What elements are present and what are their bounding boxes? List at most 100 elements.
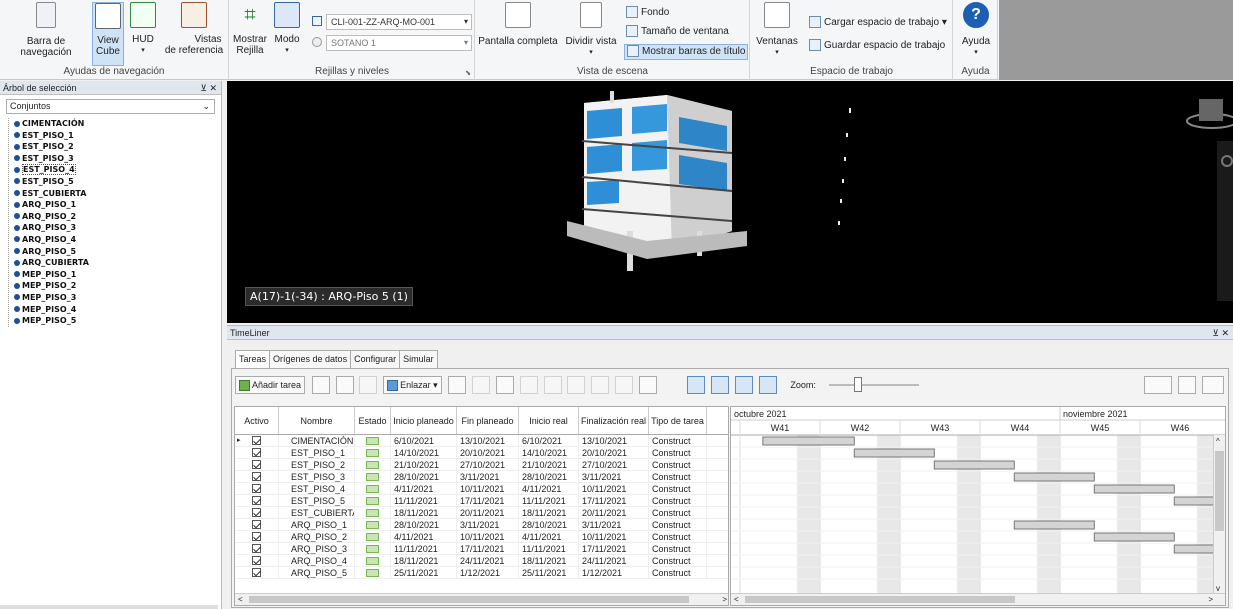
outdent-icon[interactable] (591, 376, 610, 394)
split-view-button[interactable]: Dividir vista ▾ (564, 2, 618, 66)
tree-item[interactable]: ARQ_PISO_2 (14, 211, 221, 223)
task-cell[interactable]: 14/10/2021 (519, 447, 579, 458)
task-cell[interactable]: 10/11/2021 (579, 483, 649, 494)
3d-viewport[interactable]: A(17)-1(-34) : ARQ-Piso 5 (1) (227, 81, 1233, 323)
task-cell[interactable]: Construct (649, 483, 707, 494)
import-icon[interactable] (1178, 376, 1197, 394)
task-cell[interactable]: 3/11/2021 (457, 471, 519, 482)
filter-dropdown-icon[interactable] (1144, 376, 1173, 394)
active-checkbox[interactable] (252, 544, 261, 553)
table-row[interactable]: EST_CUBIERTA 18/11/2021 20/11/2021 18/11/20… (235, 507, 728, 519)
task-cell[interactable]: 4/11/2021 (391, 483, 457, 494)
task-cell[interactable]: 1/12/2021 (579, 567, 649, 578)
active-checkbox[interactable] (252, 460, 261, 469)
tree-item[interactable]: EST_PISO_2 (14, 141, 221, 153)
task-cell[interactable]: 28/10/2021 (519, 519, 579, 530)
add-dropdown-icon[interactable] (335, 376, 354, 394)
task-cell[interactable]: 20/11/2021 (457, 507, 519, 518)
tree-item[interactable]: EST_CUBIERTA (14, 188, 221, 200)
table-row[interactable]: ARQ_PISO_5 25/11/2021 1/12/2021 25/11/2021 1… (235, 567, 728, 579)
task-name-cell[interactable]: EST_PISO_3 (279, 471, 355, 482)
active-checkbox[interactable] (252, 484, 261, 493)
task-cell[interactable]: 10/11/2021 (457, 483, 519, 494)
tree-item[interactable]: EST_PISO_3 (14, 153, 221, 165)
task-cell[interactable]: 11/11/2021 (391, 495, 457, 506)
tree-item[interactable]: MEP_PISO_1 (14, 269, 221, 281)
task-cell[interactable]: 25/11/2021 (391, 567, 457, 578)
window-size-button[interactable]: Tamaño de ventana (626, 25, 729, 39)
table-row[interactable]: EST_PISO_5 11/11/2021 17/11/2021 11/11/2021… (235, 495, 728, 507)
active-checkbox[interactable] (252, 496, 261, 505)
task-cell[interactable]: 25/11/2021 (519, 567, 579, 578)
task-cell[interactable]: 10/11/2021 (457, 531, 519, 542)
gantt-view-4-icon[interactable] (758, 376, 777, 394)
task-cell[interactable]: 10/11/2021 (579, 531, 649, 542)
column-header[interactable]: Fin planeado (457, 407, 519, 434)
show-grid-button[interactable]: ⌗ Mostrar Rejilla (232, 2, 268, 66)
task-name-cell[interactable]: ARQ_PISO_3 (279, 543, 355, 554)
task-cell[interactable]: Construct (649, 519, 707, 530)
table-row[interactable]: ARQ_PISO_2 4/11/2021 10/11/2021 4/11/2021 10… (235, 531, 728, 543)
task-cell[interactable]: Construct (649, 435, 707, 446)
task-cell[interactable]: Construct (649, 471, 707, 482)
viewcube-button[interactable]: View Cube (92, 2, 124, 66)
task-cell[interactable]: 11/11/2021 (519, 495, 579, 506)
column-header[interactable]: Tipo de tarea (649, 407, 707, 434)
windows-button[interactable]: Ventanas ▾ (755, 2, 799, 66)
level-combo[interactable]: SOTANO 1 ▾ (326, 35, 472, 51)
hud-button[interactable]: HUD ▾ (126, 2, 160, 66)
reference-views-button[interactable]: Vistas de referencia (162, 2, 226, 66)
active-cell[interactable] (235, 447, 279, 458)
active-cell[interactable] (235, 483, 279, 494)
task-cell[interactable]: 20/11/2021 (579, 507, 649, 518)
tree-item[interactable]: MEP_PISO_5 (14, 315, 221, 327)
active-cell[interactable] (235, 567, 279, 578)
columns-icon[interactable] (638, 376, 657, 394)
tree-item[interactable]: CIMENTACIÓN (14, 118, 221, 130)
attach-icon[interactable] (448, 376, 467, 394)
zoom-slider[interactable] (828, 377, 919, 392)
tree-item[interactable]: ARQ_CUBIERTA (14, 257, 221, 269)
tab-data-sources[interactable]: Orígenes de datos (269, 350, 352, 368)
column-header[interactable]: Inicio real (519, 407, 579, 434)
task-cell[interactable]: Construct (649, 543, 707, 554)
tree-item[interactable]: MEP_PISO_2 (14, 280, 221, 292)
task-cell[interactable]: 17/11/2021 (579, 543, 649, 554)
task-cell[interactable]: 20/10/2021 (579, 447, 649, 458)
task-cell[interactable]: 21/10/2021 (519, 459, 579, 470)
model-combo[interactable]: CLI-001-ZZ-ARQ-MO-001 ▾ (326, 14, 472, 30)
task-cell[interactable]: 18/11/2021 (391, 555, 457, 566)
task-cell[interactable]: 4/11/2021 (519, 483, 579, 494)
gantt-hscrollbar[interactable]: < > (731, 593, 1225, 605)
task-name-cell[interactable]: EST_PISO_4 (279, 483, 355, 494)
task-cell[interactable]: Construct (649, 459, 707, 470)
table-row[interactable]: EST_PISO_1 14/10/2021 20/10/2021 14/10/2021… (235, 447, 728, 459)
active-checkbox[interactable] (252, 568, 261, 577)
tree-item[interactable]: MEP_PISO_3 (14, 292, 221, 304)
tree-item[interactable]: ARQ_PISO_1 (14, 199, 221, 211)
gantt-view-3-icon[interactable] (734, 376, 753, 394)
task-name-cell[interactable]: EST_CUBIERTA (279, 507, 355, 518)
active-cell[interactable]: ▸ (235, 435, 279, 446)
add-task-button[interactable]: Añadir tarea (235, 376, 306, 394)
move-up-icon[interactable] (519, 376, 538, 394)
table-row[interactable]: ▸ CIMENTACIÓN 6/10/2021 13/10/2021 6/10/2021… (235, 435, 728, 447)
active-cell[interactable] (235, 507, 279, 518)
fullscreen-button[interactable]: Pantalla completa (478, 2, 558, 66)
active-cell[interactable] (235, 555, 279, 566)
task-cell[interactable]: 11/11/2021 (391, 543, 457, 554)
column-header[interactable]: Estado (355, 407, 391, 434)
column-header[interactable]: Nombre (279, 407, 355, 434)
task-cell[interactable]: 20/10/2021 (457, 447, 519, 458)
task-cell[interactable]: 14/10/2021 (391, 447, 457, 458)
task-cell[interactable]: Construct (649, 531, 707, 542)
close-icon[interactable]: ✕ (1221, 328, 1229, 338)
tree-item[interactable]: EST_PISO_5 (14, 176, 221, 188)
task-cell[interactable]: 24/11/2021 (457, 555, 519, 566)
task-cell[interactable]: Construct (649, 495, 707, 506)
help-button[interactable]: ? Ayuda ▾ (958, 2, 994, 66)
task-cell[interactable]: 24/11/2021 (579, 555, 649, 566)
task-name-cell[interactable]: EST_PISO_1 (279, 447, 355, 458)
active-checkbox[interactable] (252, 508, 261, 517)
gantt-vscrollbar[interactable]: ^ v (1213, 435, 1225, 595)
